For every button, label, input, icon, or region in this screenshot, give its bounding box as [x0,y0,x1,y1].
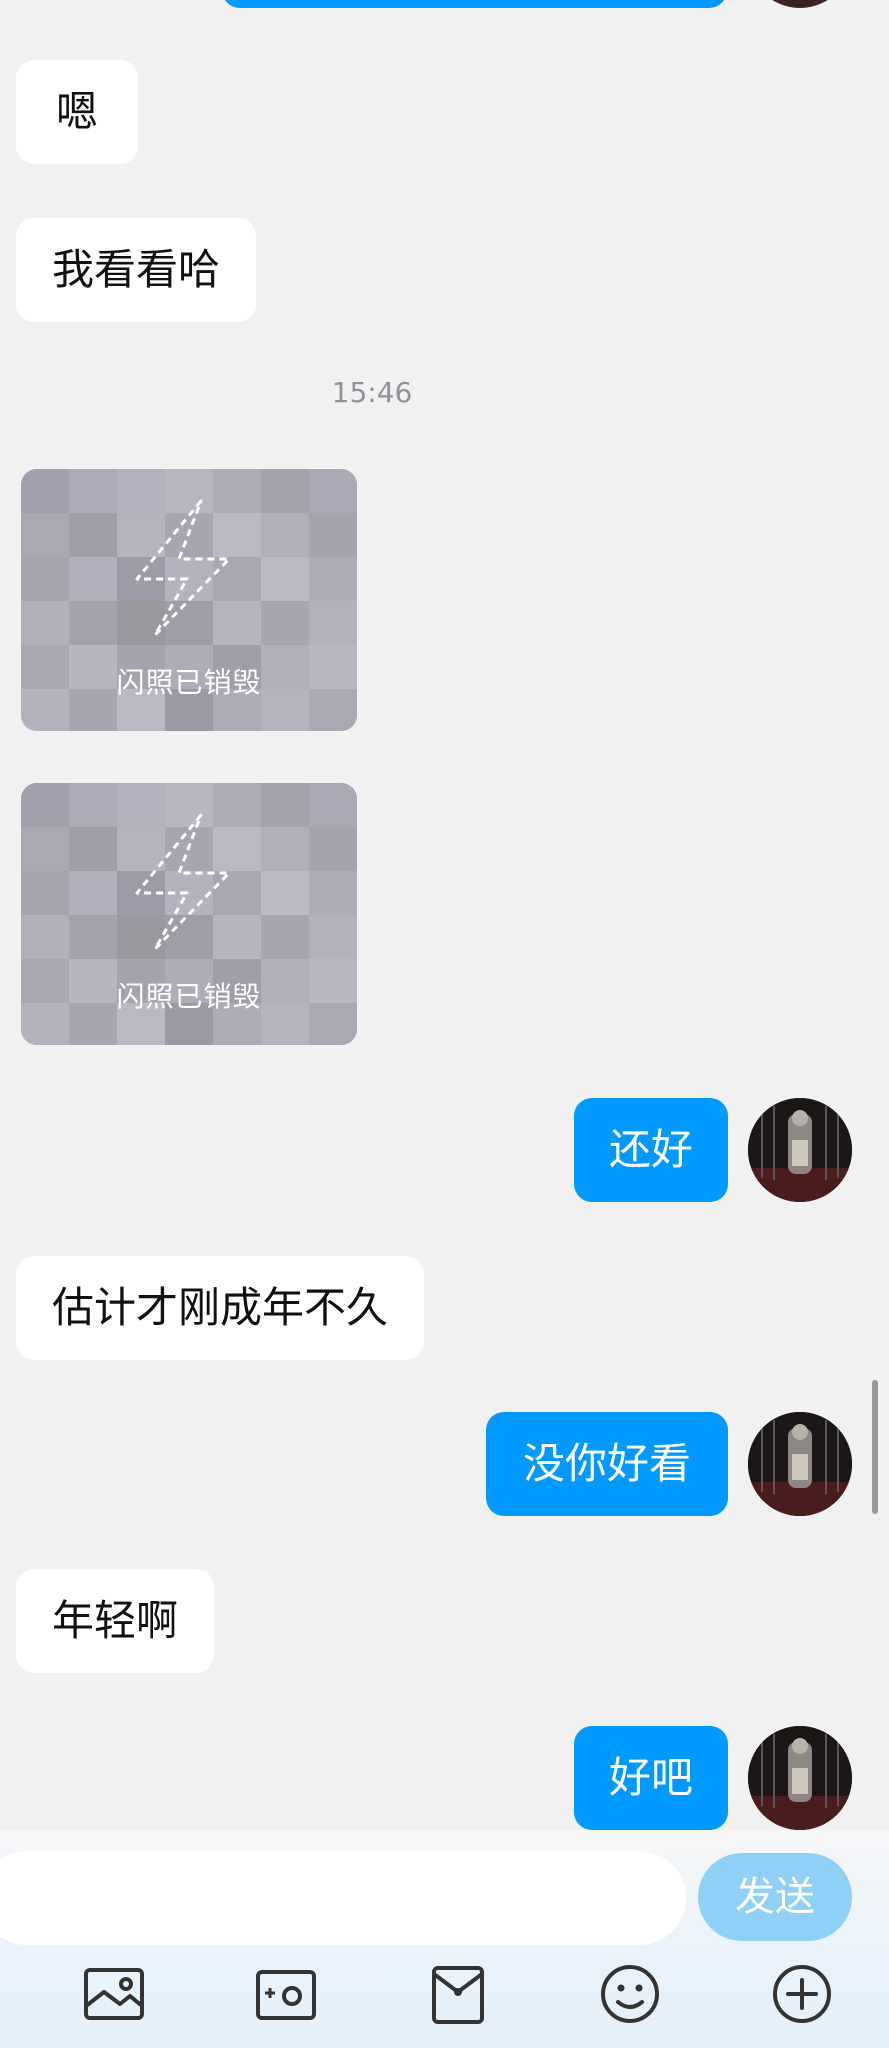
flash-destroyed-label: 闪照已销毁 [116,666,262,699]
incoming-message-bubble[interactable]: 年轻啊 [16,1569,215,1673]
lightning-icon [135,813,231,951]
send-button[interactable]: 发送 [698,1853,852,1941]
message-text: 还好 [608,1125,693,1174]
message-text: 好吧 [608,1753,693,1802]
flash-photo-destroyed[interactable]: 闪照已销毁 [21,783,357,1045]
message-text: 嗯 [56,87,99,136]
camera-icon[interactable] [254,1962,318,2026]
avatar[interactable] [748,1412,852,1516]
avatar-image [748,1412,852,1516]
flash-destroyed-label: 闪照已销毁 [116,980,262,1013]
outgoing-message-bubble[interactable]: 好吧 [574,1726,728,1830]
image-icon[interactable] [82,1962,146,2026]
flash-photo-destroyed[interactable]: 闪照已销毁 [21,469,357,731]
avatar[interactable] [748,1098,852,1202]
outgoing-message-bubble[interactable]: 还好 [574,1098,728,1202]
incoming-message-bubble[interactable]: 估计才刚成年不久 [16,1256,425,1360]
incoming-message-bubble[interactable]: 嗯 [16,60,139,164]
avatar[interactable] [748,1726,852,1830]
incoming-message-bubble[interactable]: 我看看哈 [16,218,257,322]
avatar-image [748,1098,852,1202]
avatar-image [748,1726,852,1830]
outgoing-message-bubble[interactable]: 没你好看 [486,1412,728,1516]
message-text: 年轻啊 [52,1596,179,1645]
message-text: 没你好看 [522,1439,691,1488]
partial-outgoing-bubble [222,0,727,8]
message-text: 我看看哈 [52,245,221,294]
red-packet-icon[interactable] [426,1962,490,2026]
emoji-icon[interactable] [598,1962,662,2026]
plus-icon[interactable] [770,1962,834,2026]
message-input[interactable] [0,1851,686,1945]
message-text: 估计才刚成年不久 [52,1283,389,1332]
message-timestamp: 15:46 [331,376,413,409]
scrollbar-thumb[interactable] [872,1380,878,1514]
lightning-icon [135,499,231,637]
partial-avatar[interactable] [748,0,852,8]
